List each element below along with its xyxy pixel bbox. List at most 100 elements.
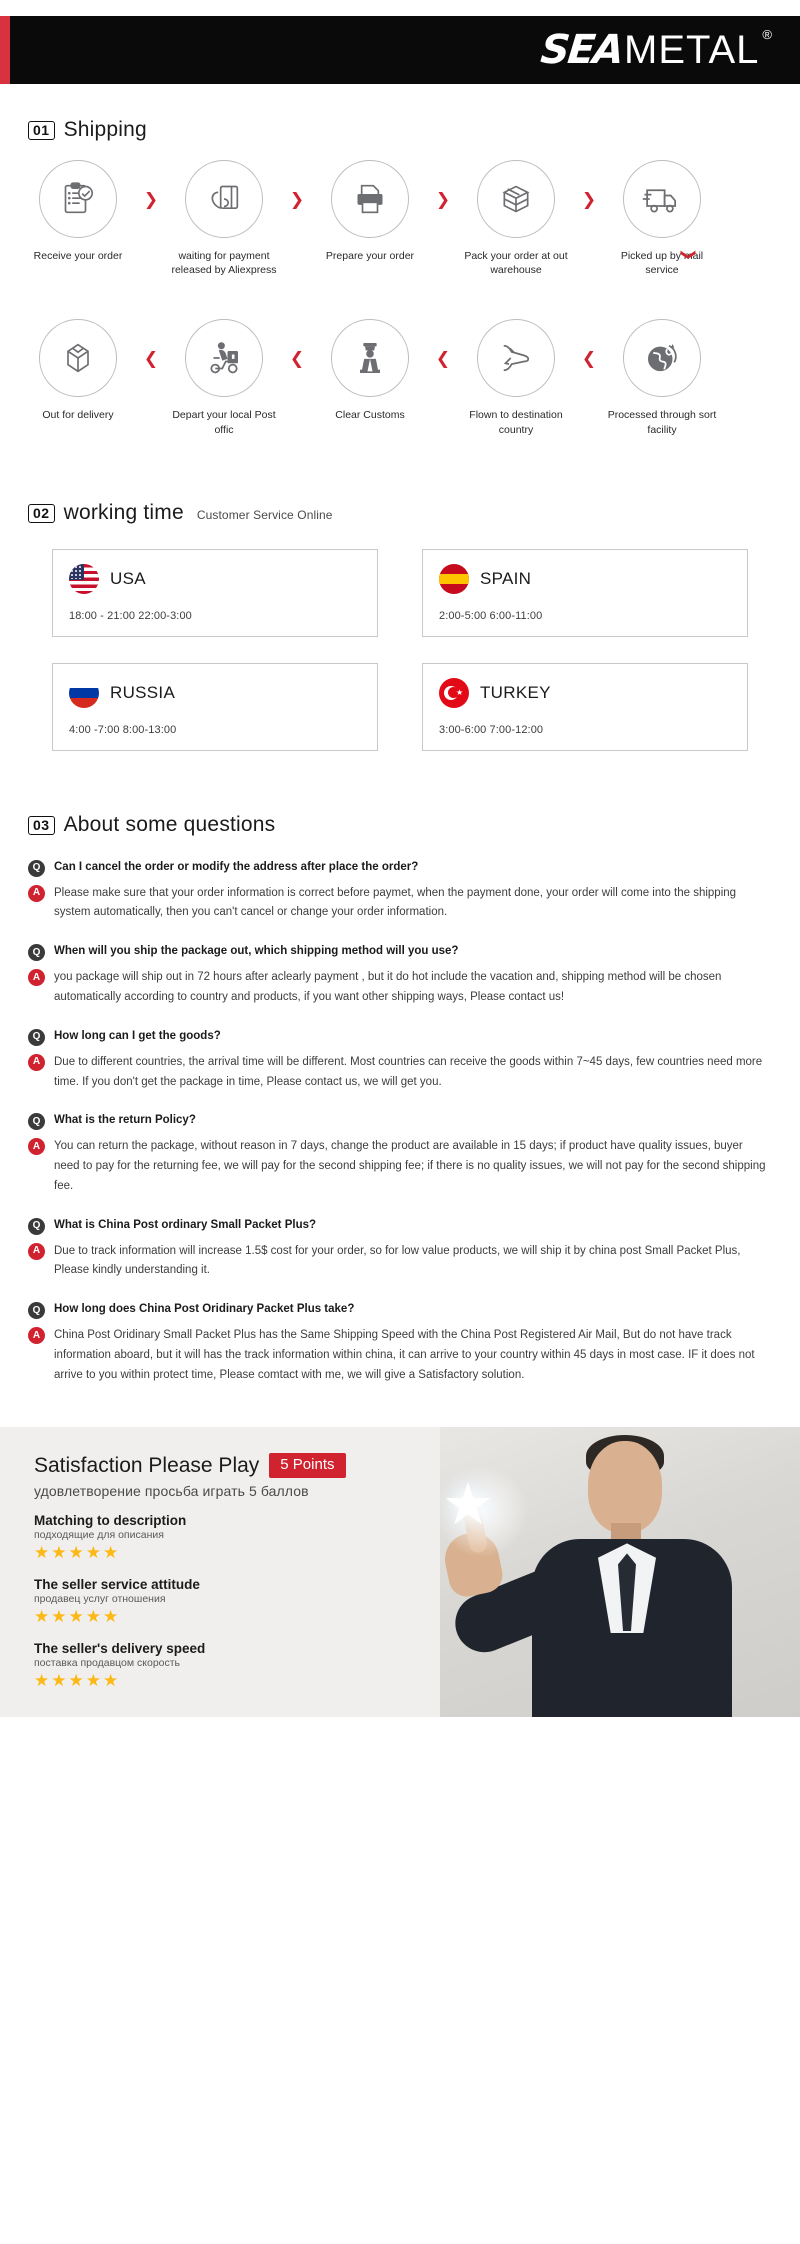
step-label: Flown to destination country	[469, 409, 563, 436]
star-rating-icon: ★★★★★	[34, 1607, 121, 1628]
faq-question: How long can I get the goods?	[54, 1029, 221, 1042]
working-time-card-spain: SPAIN 2:00-5:00 6:00-11:00	[422, 548, 748, 637]
faq-question: What is the return Policy?	[54, 1114, 196, 1127]
working-hours: 4:00 -7:00 8:00-13:00	[69, 723, 177, 736]
faq-answer: you package will ship out in 72 hours af…	[54, 971, 722, 1003]
section-number-03: 03	[28, 815, 55, 835]
working-time-subtitle: Customer Service Online	[196, 507, 333, 522]
working-time-section: 02 working time Customer Service Online …	[0, 437, 800, 751]
rating-seller-delivery-speed: The seller's delivery speed поставка про…	[34, 1641, 440, 1691]
country-name: RUSSIA	[110, 682, 176, 702]
question-badge-icon: Q	[28, 859, 45, 877]
rating-title-ru: поставка продавцом скорость	[34, 1657, 181, 1670]
faq-item: Q How long does China Post Oridinary Pac…	[28, 1301, 766, 1385]
satisfaction-title: Satisfaction Please Play	[34, 1453, 260, 1477]
chevron-right-icon: ❯	[581, 190, 597, 210]
open-box-icon	[67, 344, 89, 373]
rating-seller-service-attitude: The seller service attitude продавец усл…	[34, 1577, 440, 1627]
registered-trademark-icon: ®	[762, 27, 772, 42]
shipping-step: Processed through sort facility	[600, 319, 724, 436]
airplane-icon	[503, 345, 530, 372]
working-time-heading: 02 working time Customer Service Online	[0, 501, 800, 525]
satisfaction-content: Satisfaction Please Play 5 Points удовле…	[0, 1427, 440, 1691]
answer-badge-icon: A	[28, 1053, 45, 1071]
working-time-card-usa: USA 18:00 - 21:00 22:00-3:00	[52, 548, 378, 637]
rating-title: Matching to description	[34, 1512, 187, 1528]
seametal-logo: SEA METAL ®	[538, 27, 772, 73]
chevron-right-icon: ❯	[143, 190, 159, 210]
question-badge-icon: Q	[28, 944, 45, 962]
question-badge-icon: Q	[28, 1217, 45, 1235]
chevron-left-icon: ❮	[289, 349, 305, 370]
shipping-step: Pack your order at out warehouse	[454, 160, 578, 277]
answer-badge-icon: A	[28, 1327, 45, 1345]
step-icon-circle	[39, 160, 117, 238]
step-icon-circle	[331, 319, 409, 398]
faq-answer: Due to track information will increase 1…	[54, 1244, 741, 1277]
step-icon-circle	[623, 319, 701, 398]
faq-list: Q Can I cancel the order or modify the a…	[0, 859, 800, 1386]
step-icon-circle	[39, 319, 117, 398]
faq-question: When will you ship the package out, whic…	[54, 945, 459, 958]
step-label: Depart your local Post offic	[172, 409, 276, 436]
faq-item: Q What is the return Policy? A You can r…	[28, 1112, 766, 1196]
step-label: waiting for payment released by Aliexpre…	[171, 250, 277, 277]
shipping-step: Out for delivery	[16, 319, 140, 422]
working-time-grid: USA 18:00 - 21:00 22:00-3:00 SPAIN 2:00-…	[0, 548, 800, 751]
working-hours: 3:00-6:00 7:00-12:00	[439, 723, 544, 736]
question-badge-icon: Q	[28, 1028, 45, 1046]
rating-title-ru: подходящие для описания	[34, 1528, 164, 1541]
working-time-title: working time	[63, 500, 184, 524]
shipping-step: Prepare your order	[308, 160, 432, 263]
chevron-down-icon: ❯	[680, 248, 698, 262]
country-name: TURKEY	[480, 682, 551, 702]
faq-title: About some questions	[63, 812, 276, 836]
logo-metal-text: METAL	[624, 28, 760, 72]
flag-usa-icon	[69, 563, 99, 594]
faq-item: Q When will you ship the package out, wh…	[28, 943, 766, 1008]
step-label: Pack your order at out warehouse	[464, 250, 568, 277]
faq-item: Q How long can I get the goods? A Due to…	[28, 1028, 766, 1093]
shipping-step: Clear Customs	[308, 319, 432, 422]
star-icon: ★	[442, 1470, 494, 1539]
step-label: Out for delivery	[42, 409, 114, 422]
clipboard-check-icon	[64, 182, 93, 214]
faq-question: How long does China Post Oridinary Packe…	[54, 1303, 355, 1316]
step-label: Processed through sort facility	[607, 409, 717, 436]
customs-officer-icon	[360, 343, 380, 374]
printer-icon	[357, 184, 383, 214]
chevron-right-icon: ❯	[289, 190, 305, 210]
working-hours: 18:00 - 21:00 22:00-3:00	[69, 609, 192, 622]
star-rating-icon: ★★★★★	[34, 1542, 121, 1563]
answer-badge-icon: A	[28, 884, 45, 902]
question-badge-icon: Q	[28, 1113, 45, 1131]
faq-answer: Please make sure that your order informa…	[54, 886, 737, 919]
satisfaction-subtitle-ru: удовлетворение просьба играть 5 баллов	[34, 1482, 309, 1499]
shipping-heading: 01 Shipping	[0, 118, 800, 142]
faq-section: 03 About some questions Q Can I cancel t…	[0, 751, 800, 1386]
shipping-title: Shipping	[63, 118, 147, 141]
businessman-pointing-star-photo: ★	[440, 1427, 800, 1718]
rating-matching-to-description: Matching to description подходящие для о…	[34, 1513, 440, 1563]
promo-page: SEA METAL ® 01 Shipping Receive your ord…	[0, 0, 800, 1718]
answer-badge-icon: A	[28, 969, 45, 987]
working-hours: 2:00-5:00 6:00-11:00	[439, 609, 543, 622]
chevron-right-icon: ❯	[435, 190, 451, 210]
answer-badge-icon: A	[28, 1138, 45, 1156]
section-number-01: 01	[28, 121, 55, 140]
step-icon-circle	[185, 319, 263, 398]
shipping-step: Receive your order	[16, 160, 140, 263]
shipping-step: Depart your local Post offic	[162, 319, 286, 436]
chevron-left-icon: ❮	[581, 349, 597, 370]
rating-title: The seller's delivery speed	[34, 1641, 206, 1657]
truck-icon	[642, 189, 676, 213]
step-icon-circle	[185, 160, 263, 238]
shipping-steps-row-2: Out for delivery ❮ Depart your local Pos…	[0, 319, 800, 436]
shipping-step: waiting for payment released by Aliexpre…	[162, 160, 286, 277]
chevron-left-icon: ❮	[143, 349, 159, 370]
logo-sea-text: SEA	[538, 27, 625, 73]
step-label: Receive your order	[33, 250, 123, 262]
hand-card-icon	[211, 185, 239, 209]
answer-badge-icon: A	[28, 1242, 45, 1260]
star-rating-icon: ★★★★★	[34, 1671, 121, 1692]
